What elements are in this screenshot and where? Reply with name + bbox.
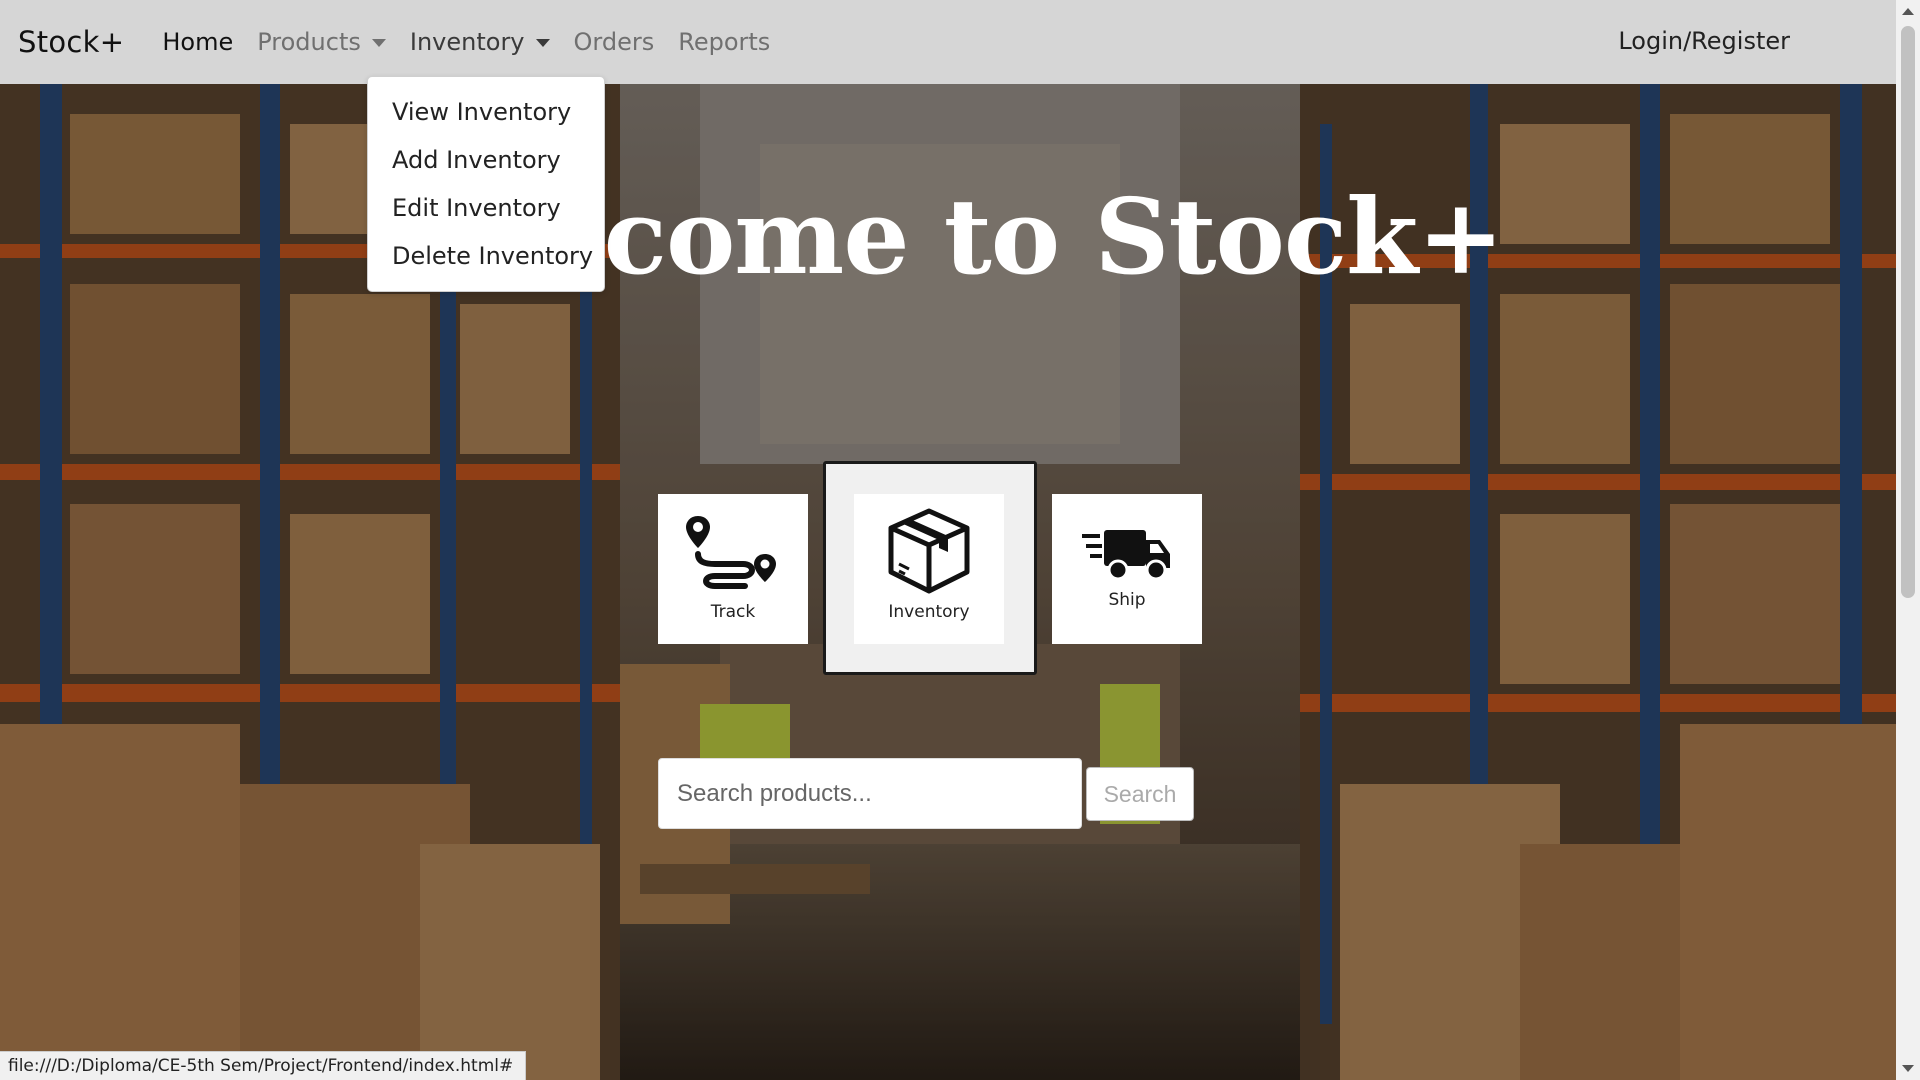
browser-status-url: file:///D:/Diploma/CE-5th Sem/Project/Fr… (0, 1051, 527, 1080)
brand-logo[interactable]: Stock+ (18, 25, 124, 59)
nav-dropdown-inventory[interactable]: Inventory (410, 28, 550, 56)
menu-item-delete-inventory[interactable]: Delete Inventory (392, 242, 593, 270)
feature-label-ship: Ship (1108, 590, 1146, 610)
page-scrollbar[interactable] (1896, 0, 1920, 1080)
menu-item-add-inventory[interactable]: Add Inventory (392, 146, 561, 174)
nav-link-reports[interactable]: Reports (678, 28, 770, 56)
feature-label-track: Track (710, 602, 756, 622)
chevron-down-icon (535, 39, 550, 47)
route-map-pin-icon (686, 516, 776, 589)
login-register-link[interactable]: Login/Register (1618, 27, 1790, 55)
package-box-icon (888, 508, 970, 594)
search-button[interactable]: Search (1086, 767, 1194, 821)
nav-link-inventory-label: Inventory (409, 28, 525, 56)
nav-link-home[interactable]: Home (162, 28, 233, 56)
top-navbar: Stock+ Home Products Inventory Orders Re… (0, 0, 1896, 84)
search-input[interactable] (658, 758, 1082, 829)
delivery-truck-icon (1082, 530, 1170, 581)
menu-item-view-inventory[interactable]: View Inventory (392, 98, 571, 126)
nav-link-orders[interactable]: Orders (574, 28, 655, 56)
scrollbar-thumb[interactable] (1901, 26, 1915, 598)
feature-card-track[interactable]: Track (658, 494, 808, 644)
nav-link-products-label: Products (257, 28, 361, 56)
feature-card-inventory[interactable]: Inventory (854, 494, 1004, 644)
feature-label-inventory: Inventory (888, 602, 970, 622)
feature-card-ship[interactable]: Ship (1052, 494, 1202, 644)
inventory-dropdown-menu: View Inventory Add Inventory Edit Invent… (367, 76, 605, 292)
nav-dropdown-products[interactable]: Products (257, 28, 386, 56)
scroll-down-arrow-icon[interactable] (1902, 1065, 1914, 1072)
chevron-down-icon (371, 39, 386, 47)
page-title: Welcome to Stock+ (392, 175, 1505, 298)
menu-item-edit-inventory[interactable]: Edit Inventory (392, 194, 561, 222)
scroll-up-arrow-icon[interactable] (1902, 8, 1914, 15)
